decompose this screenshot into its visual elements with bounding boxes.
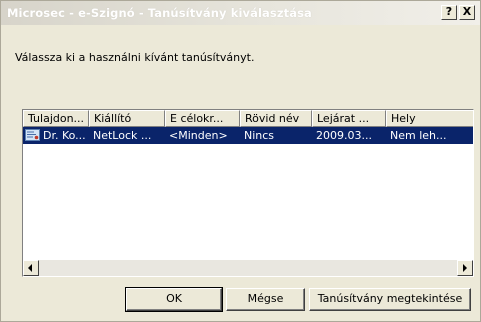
column-header-purposes[interactable]: E célokr... — [165, 110, 240, 127]
column-header-short-name[interactable]: Rövid név — [240, 110, 312, 127]
close-button[interactable]: X — [459, 5, 475, 20]
column-header-issuer[interactable]: Kiállító — [89, 110, 165, 127]
cell-short-name: Nincs — [244, 129, 275, 142]
certificate-list[interactable]: Tulajdon... Kiállító E célokr... Rövid n… — [22, 109, 474, 277]
title-bar[interactable]: Microsec - e-Szignó - Tanúsítvány kivála… — [1, 1, 480, 25]
table-row[interactable]: Dr. Ko... NetLock ... <Minden> Nincs 200… — [23, 127, 473, 144]
cell-purposes: <Minden> — [169, 129, 228, 142]
horizontal-scrollbar[interactable] — [23, 260, 473, 276]
help-button[interactable]: ? — [441, 5, 457, 20]
cancel-button[interactable]: Mégse — [226, 288, 305, 311]
column-header-expiry[interactable]: Lejárat ... — [312, 110, 386, 127]
column-header-location[interactable]: Hely — [386, 110, 473, 127]
list-header: Tulajdon... Kiállító E célokr... Rövid n… — [23, 110, 473, 127]
column-header-owner[interactable]: Tulajdon... — [23, 110, 89, 127]
window-title: Microsec - e-Szignó - Tanúsítvány kivála… — [7, 6, 312, 20]
certificate-select-dialog: Microsec - e-Szignó - Tanúsítvány kivála… — [0, 0, 481, 322]
cell-expiry: 2009.03... — [316, 129, 372, 142]
certificate-icon — [25, 129, 40, 141]
ok-button[interactable]: OK — [125, 287, 223, 312]
arrow-right-icon — [463, 264, 467, 272]
scroll-left-button[interactable] — [23, 260, 39, 276]
arrow-left-icon — [28, 264, 32, 272]
view-certificate-button[interactable]: Tanúsítvány megtekintése — [309, 288, 471, 311]
cell-location: Nem leh... — [390, 129, 447, 142]
scroll-right-button[interactable] — [457, 260, 473, 276]
cell-issuer: NetLock ... — [93, 129, 152, 142]
instruction-text: Válassza ki a használni kívánt tanúsítvá… — [15, 51, 255, 64]
cell-owner: Dr. Ko... — [43, 129, 86, 142]
